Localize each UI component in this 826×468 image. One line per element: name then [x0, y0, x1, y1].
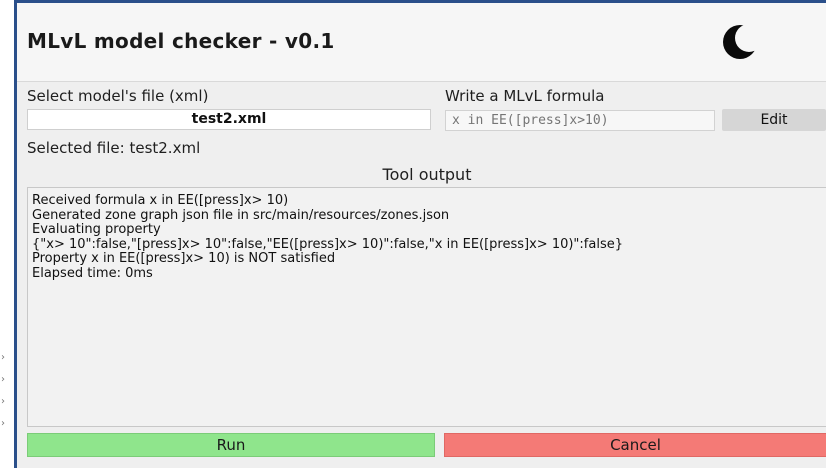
output-line: Generated zone graph json file in src/ma… [32, 207, 450, 223]
output-line: Received formula x in EE([press]x> 10) [32, 193, 289, 208]
model-file-field[interactable]: test2.xml [27, 109, 431, 130]
formula-input[interactable] [445, 110, 715, 131]
output-title: Tool output [382, 165, 472, 184]
edit-button[interactable]: Edit [722, 109, 826, 131]
model-file-label: Select model's file (xml) [27, 87, 209, 105]
selected-file-text: Selected file: test2.xml [27, 139, 201, 157]
output-line: Elapsed time: 0ms [32, 265, 153, 281]
output-line: Property x in EE([press]x> 10) is NOT sa… [32, 251, 336, 266]
tool-output-area[interactable]: Received formula x in EE([press]x> 10) G… [27, 187, 826, 427]
title-bar: MLvL model checker - v0.1 [17, 0, 826, 82]
formula-label: Write a MLvL formula [445, 87, 605, 105]
app-window: MLvL model checker - v0.1 Select model's… [17, 0, 826, 468]
output-line: {"x> 10":false,"[press]x> 10":false,"EE(… [32, 236, 623, 252]
cancel-button[interactable]: Cancel [444, 433, 826, 457]
output-line: Evaluating property [32, 222, 161, 237]
background-window-edge: › › › › [0, 0, 14, 468]
app-title: MLvL model checker - v0.1 [27, 29, 335, 53]
moon-icon [723, 25, 757, 59]
run-button[interactable]: Run [27, 433, 435, 457]
theme-toggle-button[interactable] [719, 22, 765, 62]
